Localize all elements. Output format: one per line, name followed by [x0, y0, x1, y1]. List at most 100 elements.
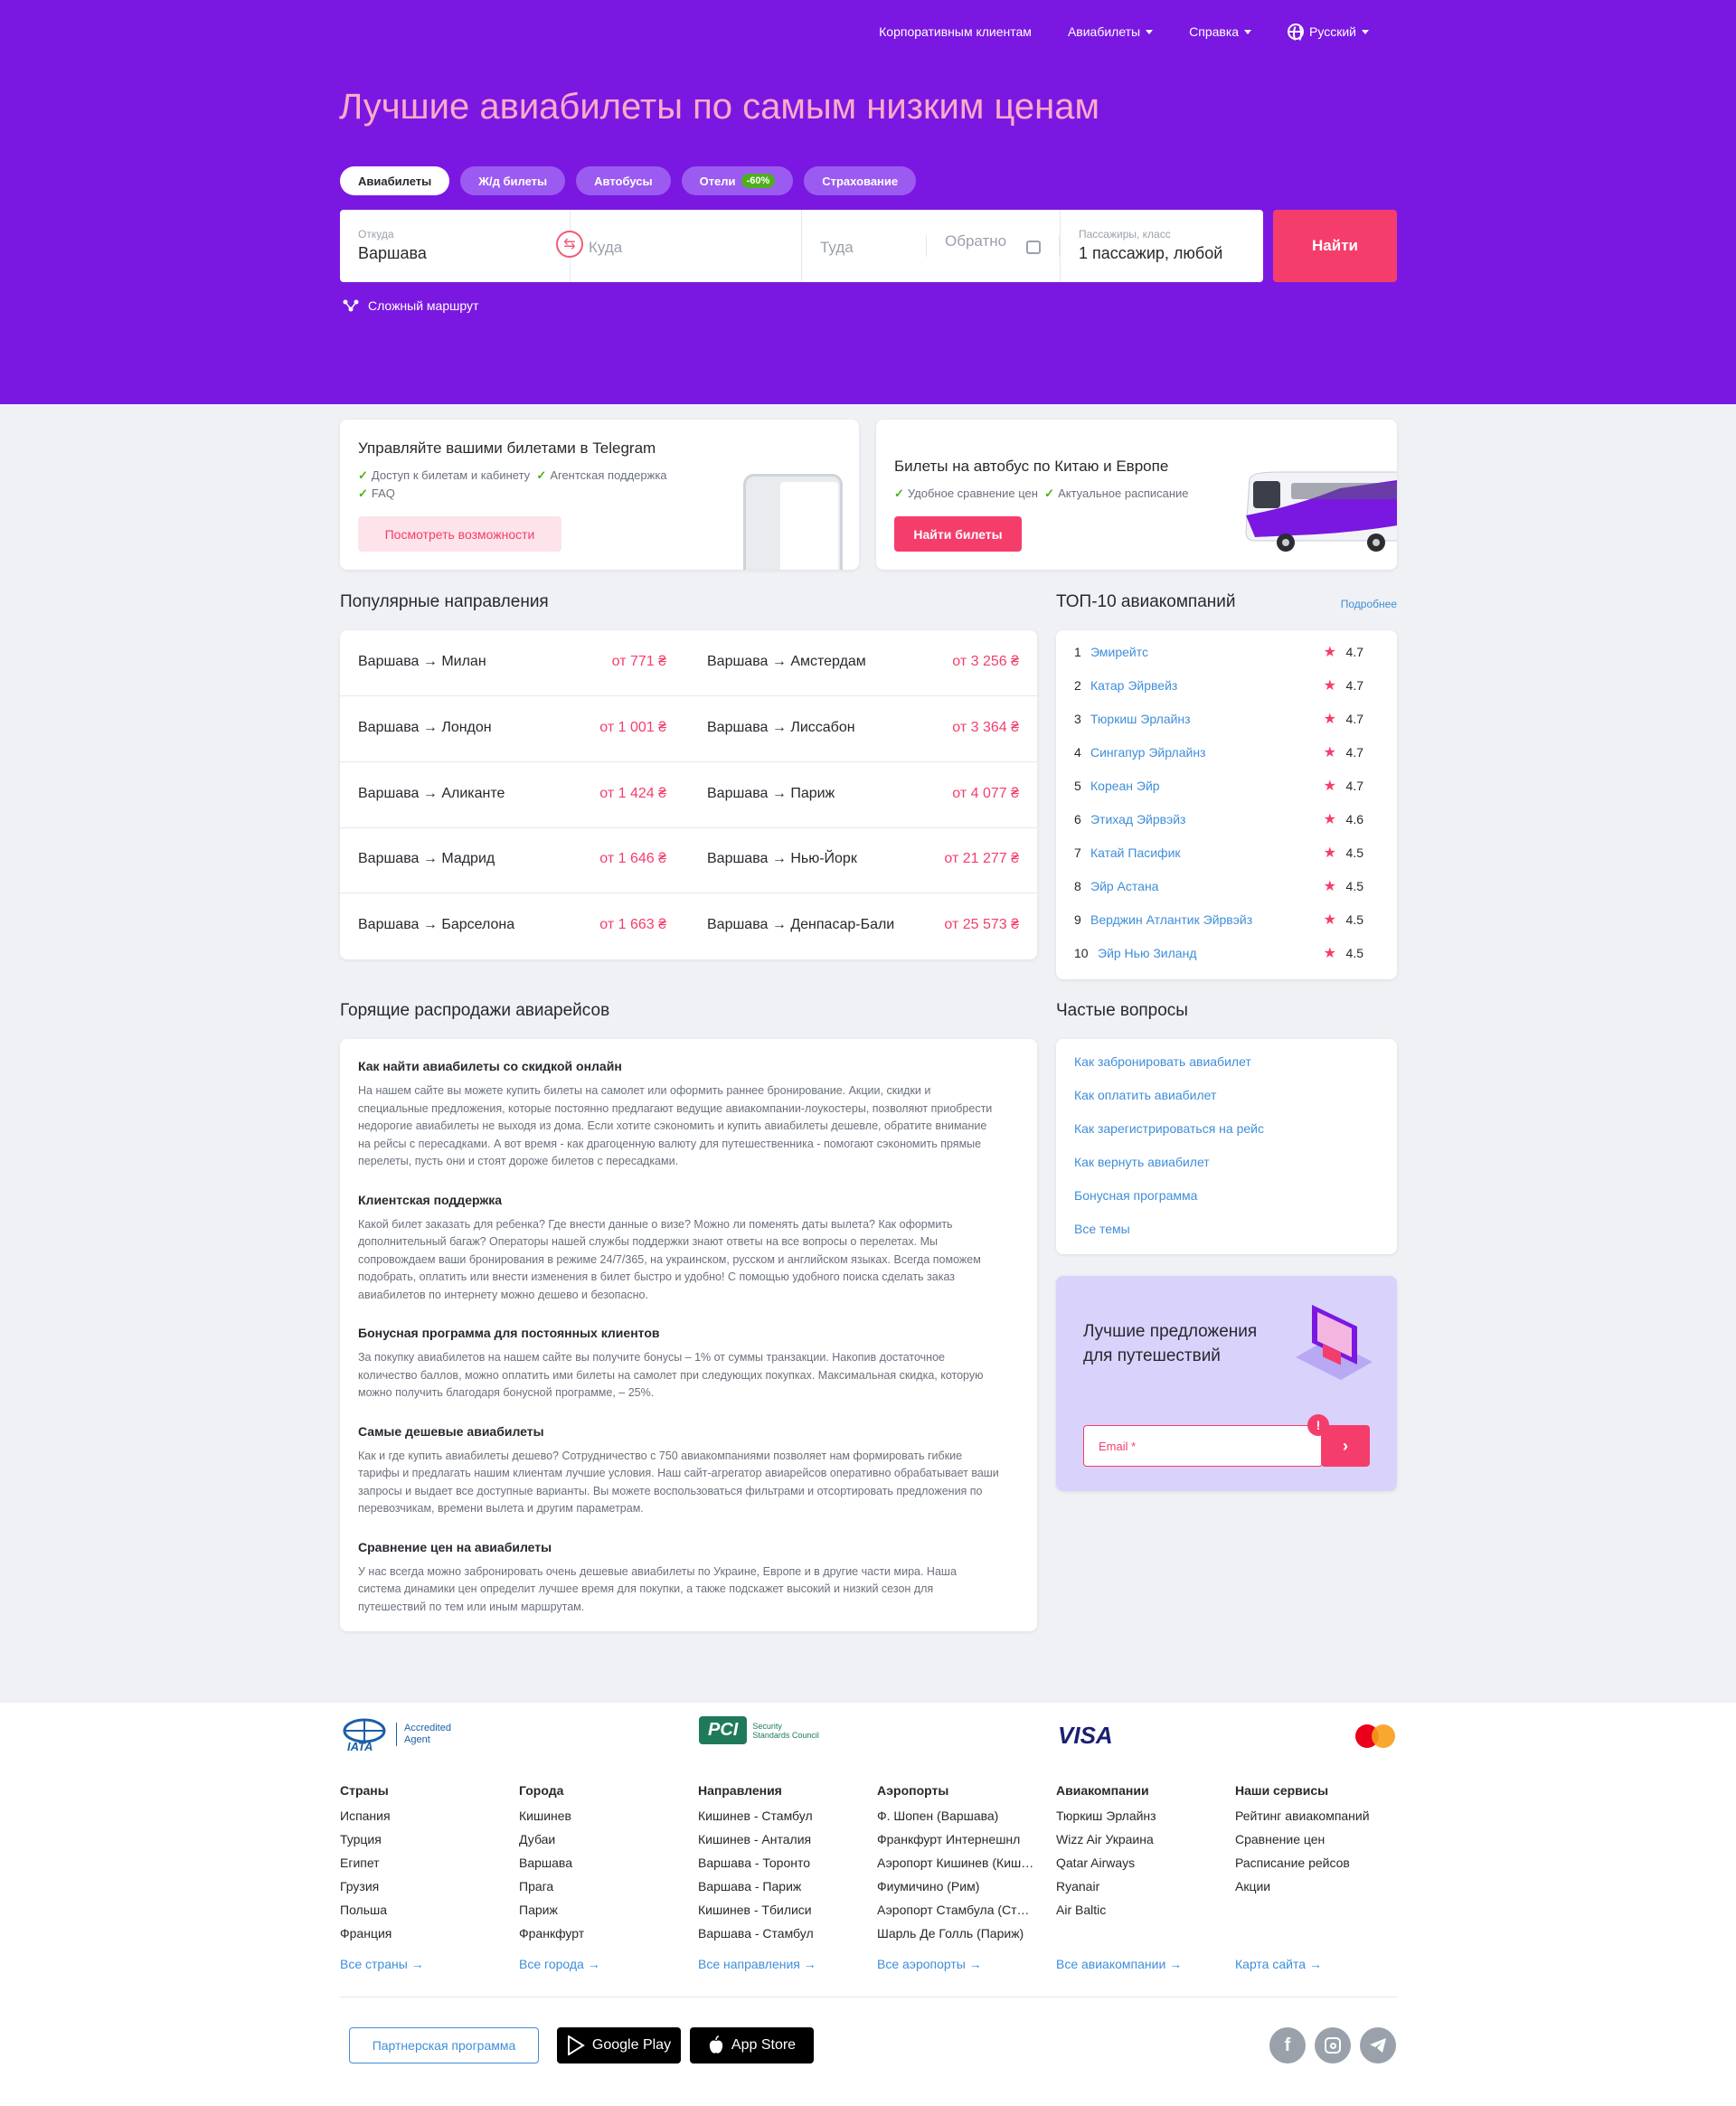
footer-link[interactable]: Аэропорт Стамбула (Стамбул) — [877, 1903, 1035, 1926]
pci-logo: PCI Security Standards Council — [699, 1716, 819, 1744]
footer-link[interactable]: Париж — [519, 1903, 691, 1926]
airline-row[interactable]: 10 Эйр Нью Зиланд ★ 4.5 — [1074, 943, 1382, 963]
instagram-icon[interactable] — [1315, 2027, 1351, 2064]
footer-link[interactable]: Франция — [340, 1926, 512, 1950]
footer-link[interactable]: Кишинев - Тбилиси — [698, 1903, 870, 1926]
nav-corporate-link[interactable]: Корпоративным клиентам — [879, 24, 1032, 39]
tab-hotels[interactable]: Отели -60% — [681, 166, 794, 195]
route-price: от 771 ₴ — [611, 654, 666, 669]
route-link[interactable]: Варшава → Аликанте — [358, 786, 505, 802]
all-airports-link[interactable]: Все аэропорты → — [877, 1957, 982, 1971]
faq-link[interactable]: Бонусная программа — [1074, 1188, 1197, 1203]
star-icon: ★ — [1323, 845, 1336, 861]
footer-link[interactable]: Испания — [340, 1809, 512, 1832]
footer-link[interactable]: Ф. Шопен (Варшава) — [877, 1809, 1035, 1832]
airline-row[interactable]: 8 Эйр Астана ★ 4.5 — [1074, 876, 1382, 896]
star-icon: ★ — [1323, 946, 1336, 961]
route-link[interactable]: Варшава → Барселона — [358, 917, 514, 933]
footer-link[interactable]: Акции — [1235, 1879, 1398, 1903]
footer-link[interactable]: Варшава - Париж — [698, 1879, 870, 1903]
all-directions-link[interactable]: Все направления → — [698, 1957, 816, 1971]
all-countries-link[interactable]: Все страны → — [340, 1957, 424, 1971]
subscribe-submit-button[interactable]: › — [1321, 1425, 1370, 1467]
complex-route-label: Сложный маршрут — [368, 298, 479, 313]
footer-link[interactable]: Рейтинг авиакомпаний — [1235, 1809, 1398, 1832]
airline-row[interactable]: 7 Катай Пасифик ★ 4.5 — [1074, 843, 1382, 863]
footer-link[interactable]: Дубаи — [519, 1832, 691, 1856]
telegram-features-button[interactable]: Посмотреть возможности — [358, 516, 561, 552]
footer-link[interactable]: Расписание рейсов — [1235, 1856, 1398, 1879]
airline-row[interactable]: 4 Сингапур Эйрлайнз ★ 4.7 — [1074, 742, 1382, 762]
footer-link[interactable]: Кишинев — [519, 1809, 691, 1832]
tab-insurance[interactable]: Страхование — [804, 166, 917, 195]
faq-link[interactable]: Как оплатить авиабилет — [1074, 1088, 1216, 1102]
passengers-field[interactable]: Пассажиры, класс 1 пассажир, любой — [1060, 210, 1263, 282]
route-link[interactable]: Варшава → Париж — [707, 786, 835, 802]
sitemap-link[interactable]: Карта сайта → — [1235, 1957, 1322, 1971]
footer-link[interactable]: Сравнение цен — [1235, 1832, 1398, 1856]
footer-link[interactable]: Франкфурт Интернешнл — [877, 1832, 1035, 1856]
footer-link[interactable]: Кишинев - Анталия — [698, 1832, 870, 1856]
bus-illustration — [1245, 471, 1397, 552]
footer-link[interactable]: Фиумичино (Рим) — [877, 1879, 1035, 1903]
depart-date-field[interactable]: Туда — [802, 210, 926, 282]
route-link[interactable]: Варшава → Мадрид — [358, 851, 495, 867]
footer-link[interactable]: Air Baltic — [1056, 1903, 1228, 1926]
footer-link[interactable]: Шарль Де Голль (Париж) — [877, 1926, 1035, 1950]
footer-link[interactable]: Тюркиш Эрлайнз — [1056, 1809, 1228, 1832]
faq-link[interactable]: Как вернуть авиабилет — [1074, 1155, 1210, 1169]
footer-link[interactable]: Qatar Airways — [1056, 1856, 1228, 1879]
bus-title: Билеты на автобус по Китаю и Европе — [894, 458, 1169, 475]
find-bus-tickets-button[interactable]: Найти билеты — [894, 516, 1022, 552]
footer-link[interactable]: Аэропорт Кишинев (Кишинев) — [877, 1856, 1035, 1879]
airline-row[interactable]: 1 Эмирейтс ★ 4.7 — [1074, 642, 1382, 662]
footer-link[interactable]: Египет — [340, 1856, 512, 1879]
language-selector[interactable]: Русский — [1288, 24, 1369, 42]
footer-link[interactable]: Прага — [519, 1879, 691, 1903]
route-link[interactable]: Варшава → Милан — [358, 654, 486, 670]
google-play-button[interactable]: Google Play — [557, 2027, 681, 2064]
all-cities-link[interactable]: Все города → — [519, 1957, 600, 1971]
from-field[interactable]: Откуда Варшава ⇆ — [340, 210, 583, 282]
route-link[interactable]: Варшава → Денпасар-Бали — [707, 917, 894, 933]
complex-route-link[interactable]: Сложный маршрут — [343, 298, 478, 313]
footer-link[interactable]: Wizz Air Украина — [1056, 1832, 1228, 1856]
airline-row[interactable]: 9 Верджин Атлантик Эйрвэйз ★ 4.5 — [1074, 910, 1382, 930]
nav-help-dropdown[interactable]: Справка — [1189, 24, 1252, 39]
footer-link[interactable]: Варшава — [519, 1856, 691, 1879]
search-button[interactable]: Найти — [1273, 210, 1397, 282]
footer-link[interactable]: Грузия — [340, 1879, 512, 1903]
partner-program-button[interactable]: Партнерская программа — [349, 2027, 539, 2064]
subscribe-card: Лучшие предложения для путешествий Email … — [1056, 1276, 1397, 1491]
route-link[interactable]: Варшава → Нью-Йорк — [707, 851, 857, 867]
airline-row[interactable]: 5 Кореан Эйр ★ 4.7 — [1074, 776, 1382, 796]
faq-link[interactable]: Как забронировать авиабилет — [1074, 1054, 1251, 1069]
airline-row[interactable]: 6 Этихад Эйрвэйз ★ 4.6 — [1074, 809, 1382, 829]
tab-trains[interactable]: Ж/д билеты — [460, 166, 566, 195]
telegram-icon[interactable] — [1360, 2027, 1396, 2064]
footer-link[interactable]: Польша — [340, 1903, 512, 1926]
route-link[interactable]: Варшава → Амстердам — [707, 654, 866, 670]
airline-row[interactable]: 2 Катар Эйрвейз ★ 4.7 — [1074, 675, 1382, 695]
footer-link[interactable]: Варшава - Стамбул — [698, 1926, 870, 1950]
top-airlines-more-link[interactable]: Подробнее — [1341, 598, 1397, 610]
all-airlines-link[interactable]: Все авиакомпании → — [1056, 1957, 1182, 1971]
footer-link[interactable]: Ryanair — [1056, 1879, 1228, 1903]
tab-flights[interactable]: Авиабилеты — [340, 166, 450, 195]
faq-link[interactable]: Как зарегистрироваться на рейс — [1074, 1121, 1264, 1136]
facebook-icon[interactable]: f — [1269, 2027, 1306, 2064]
to-field[interactable]: Куда — [571, 210, 802, 282]
footer-link[interactable]: Турция — [340, 1832, 512, 1856]
tab-buses[interactable]: Автобусы — [576, 166, 671, 195]
faq-link[interactable]: Все темы — [1074, 1222, 1130, 1236]
nav-flights-dropdown[interactable]: Авиабилеты — [1068, 24, 1154, 39]
footer-link[interactable]: Варшава - Торонто — [698, 1856, 870, 1879]
footer-link[interactable]: Кишинев - Стамбул — [698, 1809, 870, 1832]
app-store-button[interactable]: App Store — [690, 2027, 814, 2064]
route-link[interactable]: Варшава → Лиссабон — [707, 720, 855, 736]
airline-row[interactable]: 3 Тюркиш Эрлайнз ★ 4.7 — [1074, 709, 1382, 729]
footer-link[interactable]: Франкфурт — [519, 1926, 691, 1950]
route-link[interactable]: Варшава → Лондон — [358, 720, 492, 736]
return-date-field[interactable]: Обратно — [926, 232, 1060, 257]
email-input[interactable]: Email * ! — [1083, 1414, 1329, 1467]
